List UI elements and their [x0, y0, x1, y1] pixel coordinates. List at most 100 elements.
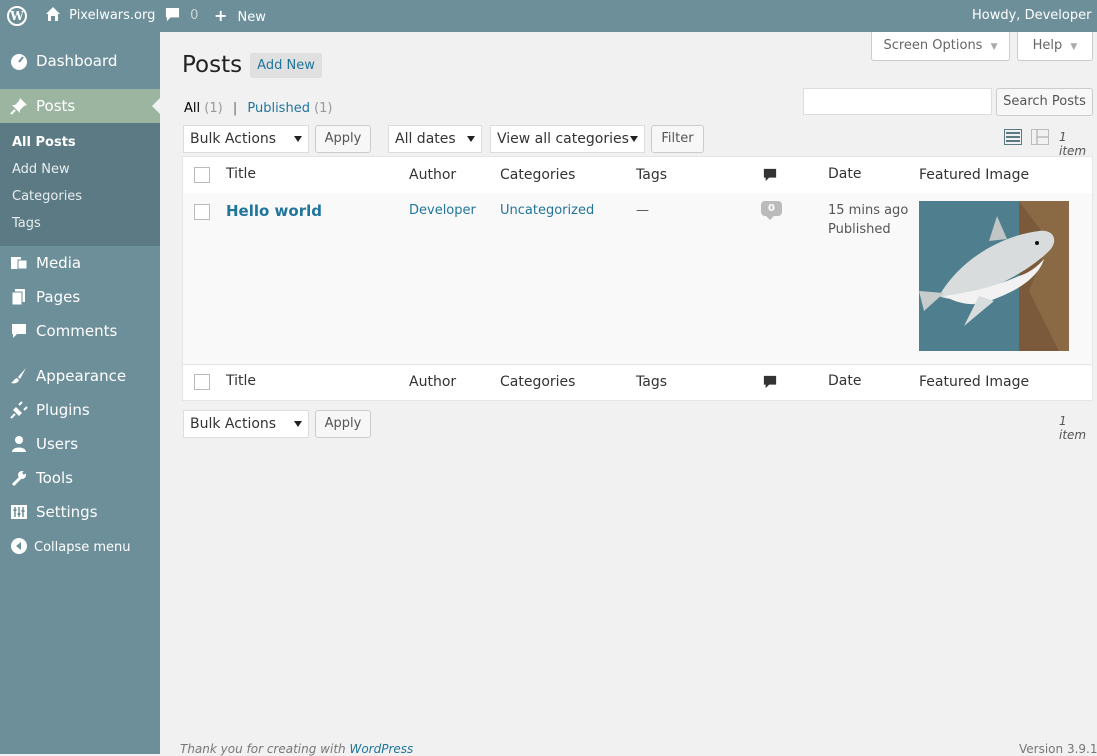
filter-published-count: (1) — [314, 101, 333, 116]
menu-label: Comments — [36, 322, 118, 340]
submenu-categories[interactable]: Categories — [12, 188, 82, 206]
dates-select[interactable]: All dates — [388, 125, 482, 153]
comments-column-icon[interactable] — [763, 375, 777, 393]
menu-label: Users — [36, 435, 79, 453]
add-new-button[interactable]: Add New — [250, 53, 322, 78]
list-view-icon[interactable] — [1004, 129, 1022, 145]
item-count-bottom: 1 item — [1059, 414, 1087, 442]
menu-plugins[interactable]: Plugins — [0, 393, 160, 427]
column-featured-image: Featured Image — [919, 167, 1030, 183]
wordpress-logo-icon[interactable]: W — [7, 6, 27, 26]
menu-pages[interactable]: Pages — [0, 280, 160, 314]
categories-value: View all categories — [497, 131, 629, 147]
post-tags: — — [636, 203, 649, 218]
comment-count-bubble[interactable]: 0 — [761, 201, 782, 220]
menu-dashboard[interactable]: Dashboard — [0, 44, 160, 78]
home-icon — [46, 7, 60, 21]
row-checkbox[interactable] — [194, 204, 210, 220]
column-title[interactable]: Title — [226, 372, 256, 390]
collapse-menu[interactable]: Collapse menu — [0, 530, 160, 564]
search-input[interactable] — [803, 88, 992, 115]
pages-icon — [10, 288, 28, 306]
chevron-down-icon: ▼ — [990, 42, 998, 52]
filter-button[interactable]: Filter — [651, 125, 704, 153]
admin-sidebar: Dashboard Posts All Posts Add New Catego… — [0, 32, 160, 754]
submenu-all-posts[interactable]: All Posts — [12, 134, 76, 152]
filter-all[interactable]: All — [184, 101, 200, 116]
chevron-down-icon — [294, 136, 302, 142]
submenu-add-new[interactable]: Add New — [12, 161, 70, 179]
menu-media[interactable]: Media — [0, 246, 160, 280]
comment-icon — [10, 322, 28, 340]
post-title-link[interactable]: Hello world — [226, 201, 322, 221]
screen-options-label: Screen Options — [883, 38, 983, 53]
my-account[interactable]: Howdy, Developer — [972, 0, 1097, 32]
site-name: Pixelwars.org — [69, 8, 156, 23]
menu-label: Appearance — [36, 367, 127, 385]
menu-posts[interactable]: Posts — [0, 89, 160, 123]
apply-button-top[interactable]: Apply — [315, 125, 371, 153]
menu-comments[interactable]: Comments — [0, 314, 160, 348]
chevron-down-icon — [630, 136, 638, 142]
menu-label: Dashboard — [36, 52, 118, 70]
bulk-actions-select-top[interactable]: Bulk Actions — [183, 125, 309, 153]
help-button[interactable]: Help ▼ — [1017, 32, 1093, 61]
column-categories: Categories — [500, 374, 576, 390]
posts-table: Title Author Categories Tags Date Featur… — [182, 156, 1093, 401]
table-header: Title Author Categories Tags Date Featur… — [183, 157, 1092, 194]
main-content: Screen Options ▼ Help ▼ Posts Add New Al… — [160, 32, 1097, 756]
chevron-down-icon — [467, 136, 475, 142]
comments-column-icon[interactable] — [763, 168, 777, 186]
post-date: 15 mins ago — [828, 203, 909, 218]
comment-icon — [165, 7, 180, 22]
chevron-down-icon: ▼ — [1070, 42, 1078, 52]
screen-options-button[interactable]: Screen Options ▼ — [871, 32, 1010, 61]
site-link[interactable]: Pixelwars.org — [45, 0, 155, 32]
collapse-arrow-icon — [10, 538, 28, 556]
submenu-tags[interactable]: Tags — [12, 215, 41, 233]
menu-users[interactable]: Users — [0, 427, 160, 461]
menu-tools[interactable]: Tools — [0, 461, 160, 495]
filter-all-count: (1) — [204, 101, 223, 116]
menu-appearance[interactable]: Appearance — [0, 359, 160, 393]
status-filters: All (1) | Published (1) — [184, 101, 333, 117]
post-category-link[interactable]: Uncategorized — [500, 203, 594, 219]
column-date[interactable]: Date — [828, 372, 861, 390]
plus-icon: + — [214, 6, 228, 25]
new-content-link[interactable]: + New — [214, 0, 266, 32]
filter-separator: | — [232, 101, 238, 116]
column-author: Author — [409, 374, 457, 390]
menu-label: Tools — [36, 469, 73, 487]
chevron-down-icon — [294, 421, 302, 427]
post-status: Published — [828, 222, 891, 237]
select-all-checkbox[interactable] — [194, 167, 210, 183]
menu-label: Media — [36, 254, 82, 272]
bulk-actions-select-bottom[interactable]: Bulk Actions — [183, 410, 309, 438]
column-date[interactable]: Date — [828, 165, 861, 183]
menu-label: Pages — [36, 288, 81, 306]
excerpt-view-icon[interactable] — [1031, 129, 1049, 145]
select-all-checkbox-footer[interactable] — [194, 374, 210, 390]
menu-settings[interactable]: Settings — [0, 495, 160, 529]
apply-button-bottom[interactable]: Apply — [315, 410, 371, 438]
categories-select[interactable]: View all categories — [490, 125, 645, 153]
filter-published[interactable]: Published — [247, 101, 310, 116]
menu-label: Plugins — [36, 401, 90, 419]
bulk-actions-value: Bulk Actions — [190, 416, 277, 432]
brush-icon — [10, 367, 28, 385]
table-footer: Title Author Categories Tags Date Featur… — [183, 364, 1092, 400]
page-title: Posts — [182, 52, 243, 78]
search-posts-button[interactable]: Search Posts — [996, 88, 1093, 116]
column-tags: Tags — [636, 167, 667, 183]
settings-icon — [10, 503, 28, 521]
help-label: Help — [1032, 38, 1063, 53]
column-title[interactable]: Title — [226, 165, 256, 183]
post-author-link[interactable]: Developer — [409, 203, 476, 219]
column-categories: Categories — [500, 167, 576, 183]
featured-image-thumbnail[interactable] — [919, 201, 1069, 351]
menu-label: Settings — [36, 503, 98, 521]
media-icon — [10, 254, 28, 272]
comments-link[interactable]: 0 — [165, 0, 198, 32]
item-count-top: 1 item — [1059, 130, 1087, 158]
new-label: New — [237, 10, 266, 25]
